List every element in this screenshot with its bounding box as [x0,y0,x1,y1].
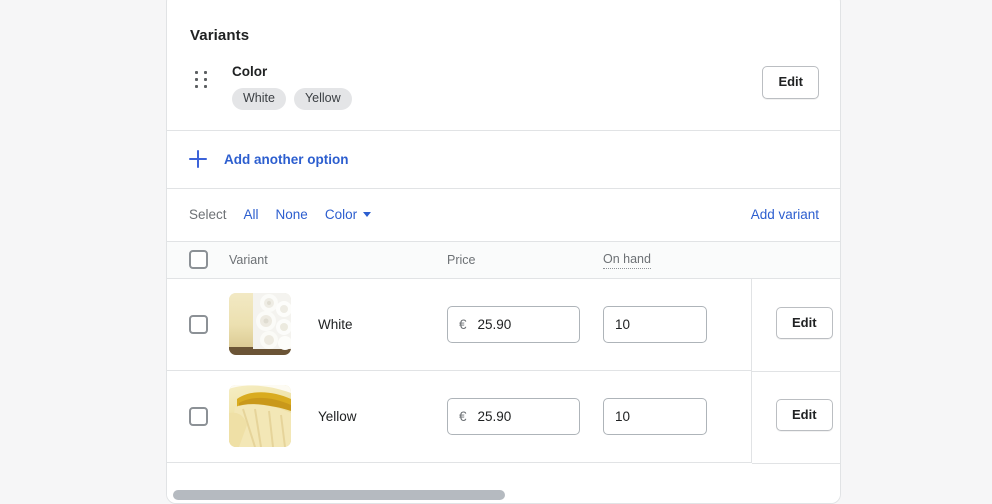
page-root: Variants Color White Yellow Edit Add ano… [0,0,992,504]
on-hand-value: 10 [615,408,631,424]
variants-table: Variant Price On hand White € 25.90 10 Y… [167,240,840,464]
price-value: 25.90 [477,316,512,332]
currency-symbol: € [459,316,467,332]
horizontal-scrollbar[interactable] [167,487,840,503]
select-label: Select [189,207,227,222]
white-roses-thumbnail [229,293,291,355]
header-cell-variant: Variant [229,253,447,267]
plus-icon [189,150,207,168]
on-hand-input[interactable]: 10 [603,305,707,343]
yellow-petal-thumbnail [229,385,291,447]
header-cell-select [167,250,229,269]
select-all-checkbox[interactable] [189,250,208,269]
edit-variant-button[interactable]: Edit [776,398,833,432]
option-value-pill: Yellow [293,88,352,110]
variant-name: White [318,316,353,332]
row-cell-on-hand: 10 [603,305,713,343]
select-color-label: Color [324,207,358,222]
header-cell-on-hand: On hand [603,250,713,269]
add-another-option-label: Add another option [224,151,349,167]
sticky-action-column: Edit Edit [752,279,840,464]
add-another-option-button[interactable]: Add another option [167,131,840,189]
page-title: Variants [190,27,250,44]
row-cell-variant: Yellow [229,385,447,447]
option-body: Color White Yellow [232,62,820,110]
select-all-link[interactable]: All [244,207,259,222]
scrollbar-thumb[interactable] [173,490,505,500]
row-divider [752,370,840,372]
row-cell-on-hand: 10 [603,397,713,435]
price-value: 25.90 [477,408,512,424]
row-divider [752,462,840,464]
select-bar: Select All None Color Add variant [167,189,840,241]
option-value-pill: White [232,88,286,110]
header-label-on-hand[interactable]: On hand [603,252,651,269]
drag-dot [204,77,207,81]
drag-dot [204,84,207,88]
select-color-dropdown[interactable]: Color [324,207,372,222]
drag-dot [195,77,198,81]
price-input[interactable]: € 25.90 [447,305,580,343]
variant-name: Yellow [318,408,357,424]
option-value-pills: White Yellow [232,88,820,110]
add-variant-link[interactable]: Add variant [751,207,819,222]
row-cell-select [167,406,229,426]
row-checkbox[interactable] [189,406,208,426]
drag-dot [195,70,198,74]
table-row: White € 25.90 10 [167,278,840,371]
select-none-link[interactable]: None [276,207,308,222]
row-checkbox[interactable] [189,314,208,334]
row-cell-variant: White [229,293,447,355]
price-input[interactable]: € 25.90 [447,397,580,435]
drag-dot [195,84,198,88]
chevron-down-icon [363,212,372,217]
currency-symbol: € [459,408,467,424]
sticky-column-divider [751,278,752,463]
table-row: Yellow € 25.90 10 [167,370,840,463]
edit-option-button[interactable]: Edit [762,66,819,99]
header-cell-price: Price [447,251,603,269]
on-hand-value: 10 [615,316,631,332]
drag-dot [204,70,207,74]
header-label-price: Price [447,252,476,267]
drag-dots-icon[interactable] [190,68,212,90]
row-cell-price: € 25.90 [447,397,603,435]
on-hand-input[interactable]: 10 [603,397,707,435]
row-cell-select [167,314,229,334]
option-name: Color [232,64,268,79]
option-row-color: Color White Yellow Edit [167,44,840,131]
edit-variant-button[interactable]: Edit [776,306,833,340]
header-label-variant: Variant [229,252,268,267]
row-cell-price: € 25.90 [447,305,603,343]
variants-card: Variants Color White Yellow Edit Add ano… [166,0,841,504]
table-header-row: Variant Price On hand [167,240,840,279]
